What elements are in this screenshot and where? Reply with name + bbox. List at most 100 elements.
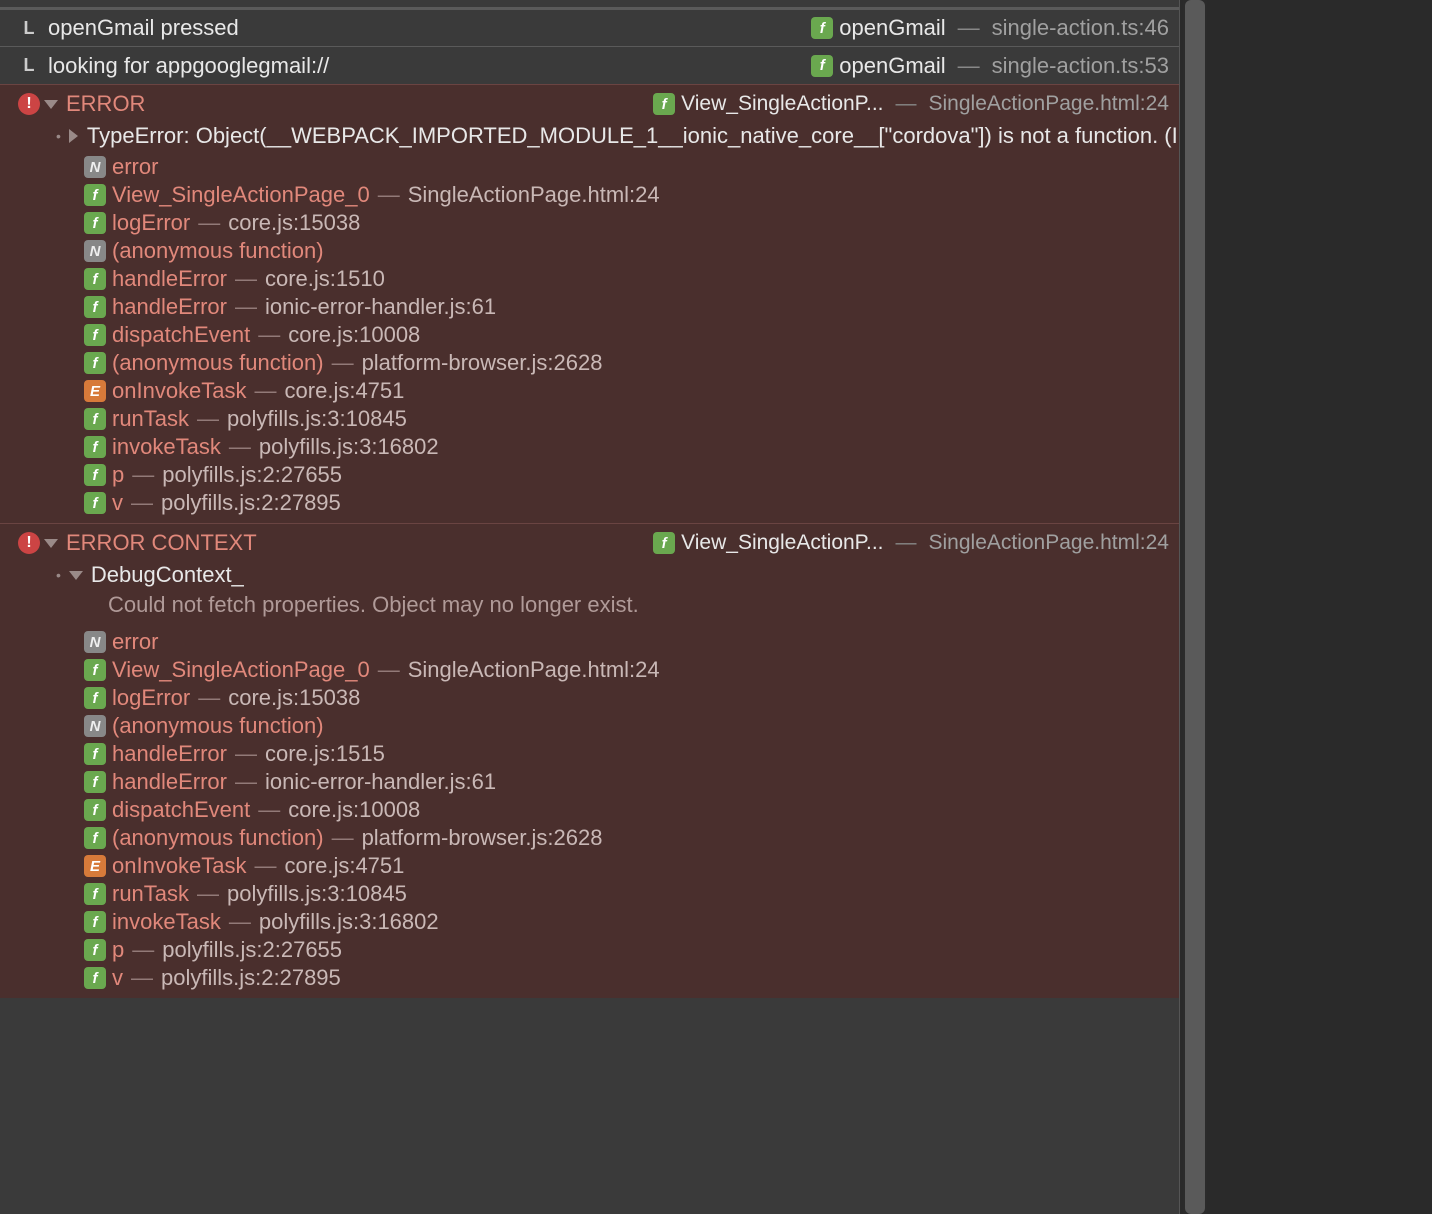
native-icon: N [84, 631, 106, 653]
log-row[interactable]: L openGmail pressed f openGmail — single… [0, 8, 1179, 46]
stack-function: dispatchEvent [112, 322, 250, 348]
function-icon: f [84, 659, 106, 681]
stack-function: v [112, 965, 123, 991]
source-function: openGmail [839, 15, 945, 41]
dash: — [235, 294, 257, 320]
stack-frame[interactable]: fv—polyfills.js:2:27895 [84, 489, 1179, 517]
function-icon: f [653, 532, 675, 554]
function-icon: f [84, 408, 106, 430]
stack-file: SingleActionPage.html:24 [408, 657, 660, 683]
error-message-row[interactable]: • TypeError: Object(__WEBPACK_IMPORTED_M… [0, 121, 1179, 151]
log-row[interactable]: L looking for appgooglegmail:// f openGm… [0, 46, 1179, 84]
scrollbar-thumb[interactable] [1185, 0, 1205, 1214]
stack-frame[interactable]: fdispatchEvent—core.js:10008 [84, 796, 1179, 824]
dash: — [258, 322, 280, 348]
dash: — [332, 825, 354, 851]
error-source[interactable]: f View_SingleActionP... — SingleActionPa… [653, 531, 1169, 555]
log-source[interactable]: f openGmail — single-action.ts:46 [811, 15, 1169, 41]
stack-frame[interactable]: frunTask—polyfills.js:3:10845 [84, 405, 1179, 433]
stack-frame[interactable]: f(anonymous function)—platform-browser.j… [84, 824, 1179, 852]
stack-frame[interactable]: fdispatchEvent—core.js:10008 [84, 321, 1179, 349]
scrollbar-track[interactable] [1183, 0, 1207, 1214]
dash: — [131, 965, 153, 991]
stack-function: (anonymous function) [112, 350, 324, 376]
source-function: openGmail [839, 53, 945, 79]
function-icon: f [811, 55, 833, 77]
error-message: TypeError: Object(__WEBPACK_IMPORTED_MOD… [87, 123, 1179, 149]
chevron-down-icon[interactable] [69, 571, 83, 580]
stack-frame[interactable]: N(anonymous function) [84, 237, 1179, 265]
error-message-row[interactable]: • DebugContext_ [0, 560, 1179, 590]
stack-frame[interactable]: f(anonymous function)—platform-browser.j… [84, 349, 1179, 377]
stack-frame[interactable]: finvokeTask—polyfills.js:3:16802 [84, 433, 1179, 461]
dash: — [235, 769, 257, 795]
stack-frame[interactable]: fhandleError—ionic-error-handler.js:61 [84, 293, 1179, 321]
stack-frame[interactable]: Nerror [84, 153, 1179, 181]
function-icon: f [84, 436, 106, 458]
stack-function: invokeTask [112, 434, 221, 460]
console-panel: L openGmail pressed f openGmail — single… [0, 0, 1180, 1214]
stack-file: polyfills.js:2:27895 [161, 490, 341, 516]
stack-file: polyfills.js:2:27895 [161, 965, 341, 991]
event-icon: E [84, 380, 106, 402]
stack-frame[interactable]: fhandleError—ionic-error-handler.js:61 [84, 768, 1179, 796]
stack-frame[interactable]: EonInvokeTask—core.js:4751 [84, 852, 1179, 880]
stack-function: logError [112, 685, 190, 711]
dash: — [332, 350, 354, 376]
dash: — [255, 853, 277, 879]
error-title: ERROR CONTEXT [66, 530, 653, 556]
error-header[interactable]: ! ERROR f View_SingleActionP... — Single… [0, 85, 1179, 121]
log-message: looking for appgooglegmail:// [48, 53, 811, 79]
chevron-down-icon[interactable] [44, 100, 58, 109]
stack-frame[interactable]: fv—polyfills.js:2:27895 [84, 964, 1179, 992]
event-icon: E [84, 855, 106, 877]
stack-trace: NerrorfView_SingleActionPage_0—SingleAct… [0, 151, 1179, 517]
dash: — [255, 378, 277, 404]
stack-trace: Nerror f View_SingleActionPage_0 — SingleAct… [0, 626, 1179, 992]
stack-frame[interactable]: Nerror [84, 628, 1179, 656]
bullet-icon: • [56, 125, 61, 147]
function-icon: f [84, 492, 106, 514]
function-icon: f [84, 464, 106, 486]
error-message: DebugContext_ [91, 562, 244, 588]
bullet-icon: • [56, 564, 61, 586]
source-function: View_SingleActionP... [681, 92, 883, 116]
stack-function: dispatchEvent [112, 797, 250, 823]
stack-file: core.js:15038 [228, 210, 360, 236]
dash: — [958, 53, 980, 79]
error-header[interactable]: ! ERROR CONTEXT f View_SingleActionP... … [0, 524, 1179, 560]
stack-frame[interactable]: flogError—core.js:15038 [84, 209, 1179, 237]
function-icon: f [811, 17, 833, 39]
stack-function: onInvokeTask [112, 853, 247, 879]
stack-frame[interactable]: fp—polyfills.js:2:27655 [84, 461, 1179, 489]
stack-file: polyfills.js:3:10845 [227, 406, 407, 432]
native-icon: N [84, 715, 106, 737]
stack-frame[interactable]: N(anonymous function) [84, 712, 1179, 740]
console-scroll-area[interactable]: L openGmail pressed f openGmail — single… [0, 0, 1179, 1214]
function-icon: f [84, 799, 106, 821]
stack-function: View_SingleActionPage_0 [112, 657, 370, 683]
function-icon: f [84, 771, 106, 793]
stack-frame[interactable]: frunTask—polyfills.js:3:10845 [84, 880, 1179, 908]
dash: — [131, 490, 153, 516]
stack-function: handleError [112, 741, 227, 767]
function-icon: f [84, 687, 106, 709]
dash: — [378, 657, 400, 683]
stack-frame[interactable]: flogError—core.js:15038 [84, 684, 1179, 712]
function-icon: f [84, 184, 106, 206]
stack-function: View_SingleActionPage_0 [112, 182, 370, 208]
stack-frame[interactable]: fp—polyfills.js:2:27655 [84, 936, 1179, 964]
chevron-right-icon[interactable] [69, 129, 78, 143]
error-source[interactable]: f View_SingleActionP... — SingleActionPa… [653, 92, 1169, 116]
stack-frame[interactable]: fView_SingleActionPage_0—SingleActionPag… [84, 181, 1179, 209]
stack-frame[interactable]: fhandleError—core.js:1510 [84, 265, 1179, 293]
chevron-down-icon[interactable] [44, 539, 58, 548]
log-source[interactable]: f openGmail — single-action.ts:53 [811, 53, 1169, 79]
stack-frame[interactable]: f View_SingleActionPage_0 — SingleActionPag… [84, 656, 1179, 684]
function-icon: f [84, 743, 106, 765]
stack-frame[interactable]: finvokeTask—polyfills.js:3:16802 [84, 908, 1179, 936]
stack-frame[interactable]: fhandleError—core.js:1515 [84, 740, 1179, 768]
stack-frame[interactable]: EonInvokeTask—core.js:4751 [84, 377, 1179, 405]
stack-function: handleError [112, 769, 227, 795]
source-function: View_SingleActionP... [681, 531, 883, 555]
